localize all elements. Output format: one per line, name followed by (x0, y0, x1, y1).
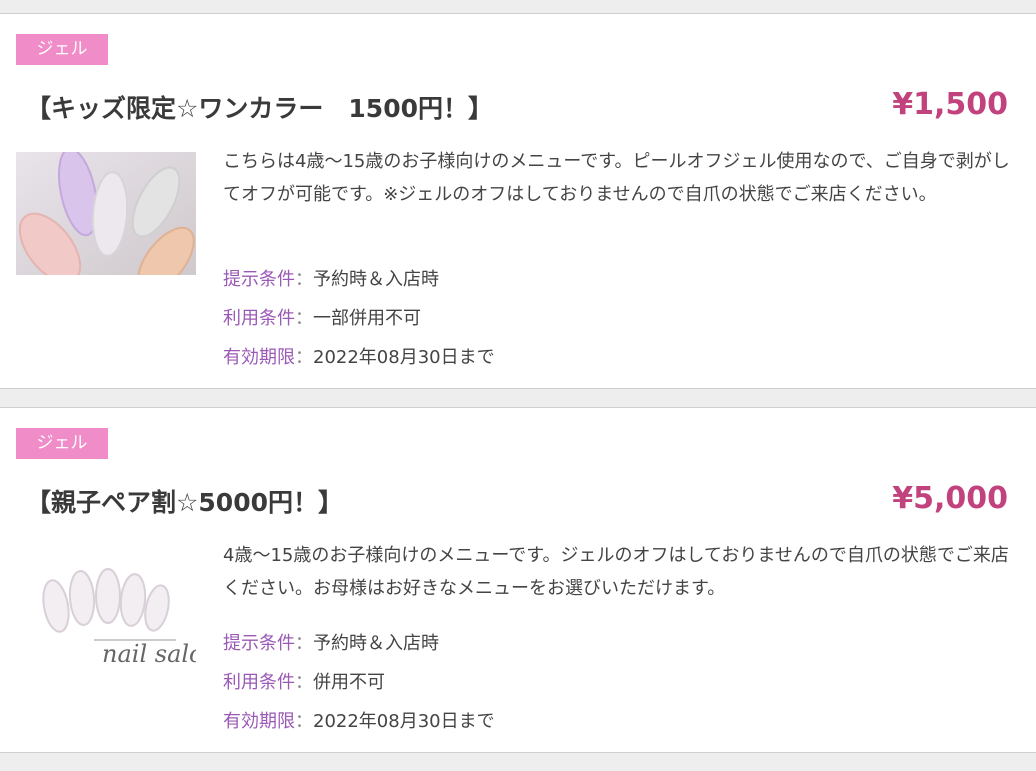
pastel-nails-image (16, 152, 196, 275)
condition-separator: ： (295, 711, 313, 732)
category-tag: ジェル (16, 428, 108, 459)
condition-label: 利用条件 (223, 672, 295, 693)
condition-value: 一部併用不可 (313, 308, 421, 329)
condition-expiry: 有効期限：2022年08月30日まで (223, 707, 495, 733)
condition-value: 予約時＆入店時 (313, 269, 439, 290)
coupon-title[interactable]: 【親子ペア割☆5000円！】 (26, 483, 343, 519)
salon-logo-text: nail salon TN (102, 640, 196, 668)
condition-label: 提示条件 (223, 269, 295, 290)
coupon-title[interactable]: 【キッズ限定☆ワンカラー 1500円！】 (26, 89, 493, 125)
condition-value: 2022年08月30日まで (313, 347, 495, 368)
condition-label: 提示条件 (223, 633, 295, 654)
coupon-description: こちらは4歳〜15歳のお子様向けのメニューです。ピールオフジェル使用なので、ご自… (223, 151, 1010, 205)
condition-expiry: 有効期限：2022年08月30日まで (223, 343, 495, 369)
coupon-card[interactable]: ジェル 【キッズ限定☆ワンカラー 1500円！】 ¥1,500 こちらは4歳〜1… (0, 13, 1036, 389)
condition-usage: 利用条件：併用不可 (223, 668, 385, 694)
condition-separator: ： (295, 308, 313, 329)
condition-value: 予約時＆入店時 (313, 633, 439, 654)
condition-usage: 利用条件：一部併用不可 (223, 304, 421, 330)
condition-presentation: 提示条件：予約時＆入店時 (223, 265, 439, 291)
condition-value: 併用不可 (313, 672, 385, 693)
condition-separator: ： (295, 633, 313, 654)
condition-label: 利用条件 (223, 308, 295, 329)
condition-value: 2022年08月30日まで (313, 711, 495, 732)
condition-label: 有効期限 (223, 711, 295, 732)
condition-separator: ： (295, 672, 313, 693)
coupon-thumbnail[interactable]: nail salon TN (16, 558, 196, 681)
condition-separator: ： (295, 347, 313, 368)
coupon-description: 4歳〜15歳のお子様向けのメニューです。ジェルのオフはしておりませんので自爪の状… (223, 545, 1009, 599)
coupon-price: ¥5,000 (892, 481, 1008, 516)
french-nails-image: nail salon TN (16, 558, 196, 681)
category-tag: ジェル (16, 34, 108, 65)
coupon-card[interactable]: ジェル 【親子ペア割☆5000円！】 ¥5,000 nail salon TN … (0, 407, 1036, 753)
condition-presentation: 提示条件：予約時＆入店時 (223, 629, 439, 655)
coupon-thumbnail[interactable] (16, 152, 196, 275)
condition-label: 有効期限 (223, 347, 295, 368)
coupon-price: ¥1,500 (892, 87, 1008, 122)
condition-separator: ： (295, 269, 313, 290)
